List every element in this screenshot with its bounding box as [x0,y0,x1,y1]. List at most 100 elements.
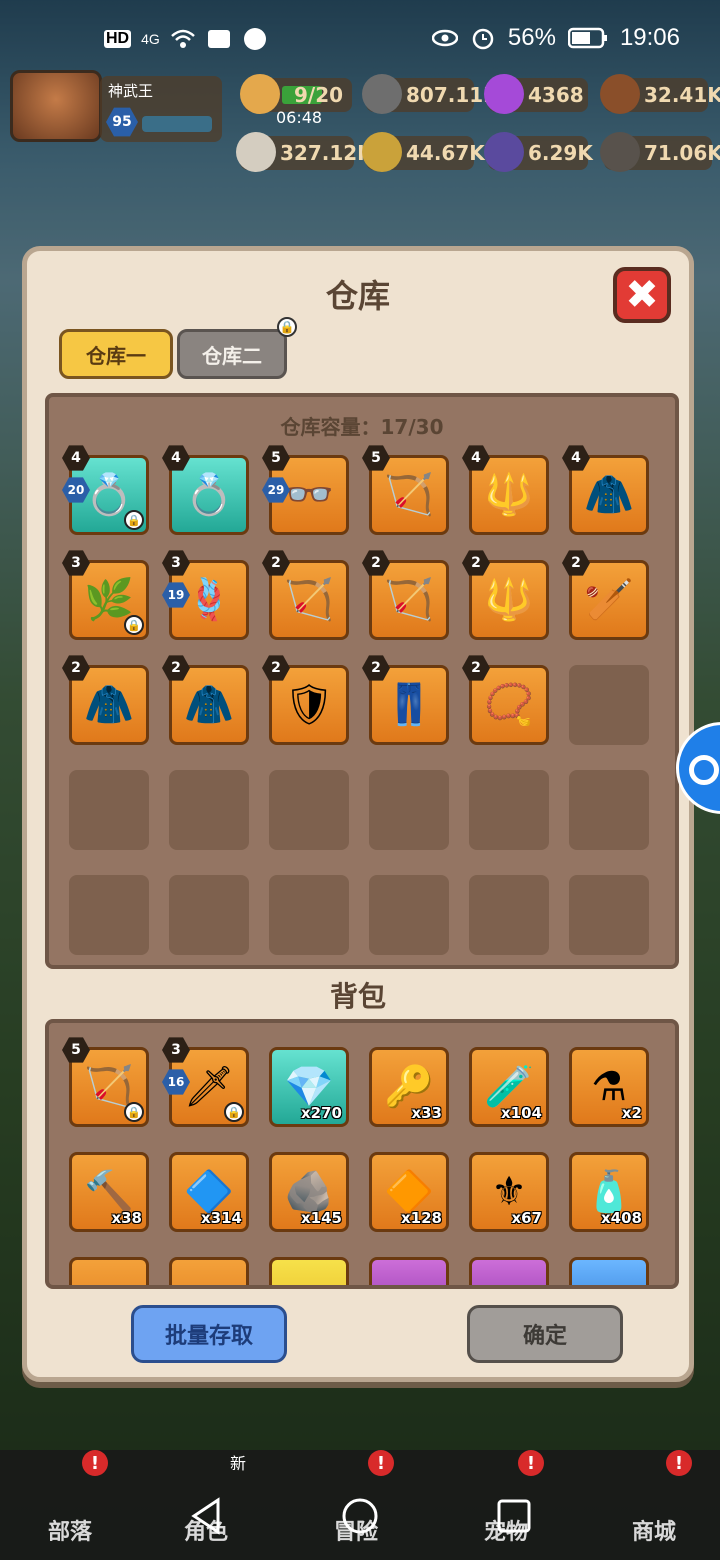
energy-resource[interactable]: 9/20 [240,74,352,114]
gold-value: 44.67K [406,141,485,165]
bone-resource[interactable]: 327.12K [236,132,373,172]
item-slot[interactable]: 🧪 x104 [469,1047,549,1127]
item-slot[interactable]: 🔨 x38 [69,1152,149,1232]
back-icon[interactable] [186,1496,226,1536]
hooded-cloak-icon: 🧥 [84,682,134,728]
golden-spear-icon: 🔱 [484,577,534,623]
empty-slot [569,770,649,850]
message-icon [206,26,232,52]
tab-warehouse-2[interactable]: 仓库二 [177,329,287,379]
home-icon[interactable] [340,1496,380,1536]
star-necklace-icon: 📿 [484,682,534,728]
star-level-badge: 2 [362,550,390,576]
gamepad-icon [689,755,719,785]
star-level-badge: 5 [62,1037,90,1063]
golden-spear-icon: 🔱 [484,472,534,518]
nav-label: 部落 [47,1520,92,1545]
item-slot[interactable]: 🪢 3 19 [162,550,249,640]
item-slot[interactable]: ⚜ x67 [469,1152,549,1232]
close-button[interactable]: ✖ [613,267,671,323]
player-info[interactable]: 神武王 95 [100,76,222,142]
lock-icon: 🔒 [224,1102,244,1122]
item-slot[interactable]: 🌿 3 🔒 [62,550,149,640]
recents-icon[interactable] [494,1496,534,1536]
empty-slot [169,875,249,955]
item-slot[interactable]: 🧥 2 [62,655,149,745]
gold-resource[interactable]: 44.67K [362,132,485,172]
item-slot[interactable]: 🔶 x128 [369,1152,449,1232]
item-slot[interactable]: 🏏 2 [562,550,649,640]
item-quantity: x314 [201,1209,242,1227]
empty-slot [69,770,149,850]
warehouse-capacity: 仓库容量：17/30 [280,415,444,439]
item-quantity: x270 [301,1104,342,1122]
hooded-cloak-icon: 🧥 [584,472,634,518]
item-slot[interactable] [69,1257,149,1285]
xp-bar [142,116,212,132]
anvil-icon [600,132,640,172]
meat-icon [240,74,280,114]
player-level-badge: 95 [106,107,138,137]
item-slot[interactable]: 👓 5 29 [262,445,349,535]
lock-icon: 🔒 [124,510,144,530]
lock-icon: 🔒 [124,1102,144,1122]
tab-warehouse-1[interactable]: 仓库一 [59,329,173,379]
item-slot[interactable] [169,1257,249,1285]
item-slot[interactable]: 💎 x270 [269,1047,349,1127]
stone-resource[interactable]: 807.11K [362,74,499,114]
batch-transfer-button[interactable]: 批量存取 [131,1305,287,1363]
item-slot[interactable]: 🛡 2 [262,655,349,745]
item-slot[interactable]: 💍 4 [162,445,249,535]
crystal-icon [484,132,524,172]
item-slot[interactable]: 🗡 3 16 🔒 [162,1037,249,1127]
item-slot[interactable]: 🧴 x408 [569,1152,649,1232]
empty-slot [169,770,249,850]
battery-icon [567,25,608,51]
item-quantity: x33 [411,1104,442,1122]
player-avatar[interactable] [10,70,102,142]
item-slot[interactable]: 🔷 x314 [169,1152,249,1232]
item-slot[interactable]: 👖 2 [362,655,449,745]
item-slot[interactable]: 📿 2 [462,655,549,745]
iron-resource[interactable]: 71.06K [600,132,720,172]
warehouse-panel: 仓库容量：17/30 💍 4 20 🔒 💍 4 👓 5 29 🏹 5 🔱 4 🧥 4 🌿 3 🔒 🪢 3 19 🏹 2 🏹 2 🔱… [45,393,679,969]
star-level-badge: 5 [362,445,390,471]
item-slot[interactable] [269,1257,349,1285]
empty-slot [469,770,549,850]
item-slot[interactable]: 🏹 5 🔒 [62,1037,149,1127]
nav-label: 商城 [631,1520,676,1545]
item-quantity: x145 [301,1209,342,1227]
gem-icon [484,74,524,114]
item-slot[interactable] [369,1257,449,1285]
item-slot[interactable]: 🧥 4 [562,445,649,535]
item-slot[interactable]: 🔑 x33 [369,1047,449,1127]
alarm-icon [470,25,496,51]
armor-chest-icon: 🛡 [283,682,335,728]
star-level-badge: 4 [462,445,490,471]
item-slot[interactable]: 🏹 5 [362,445,449,535]
gem-resource[interactable]: 4368 [484,74,588,114]
item-slot[interactable]: ⚗ x2 [569,1047,649,1127]
nav-shop[interactable]: ! 商城 [594,1450,714,1560]
nav-tribe[interactable]: ! 部落 [10,1450,130,1560]
bag-panel: 🏹 5 🔒 🗡 3 16 🔒 💎 x270 🔑 x33 🧪 x104 ⚗ x2 🔨 x38 🔷 x314 🪨 x145 🔶… [45,1019,679,1289]
star-level-badge: 2 [562,550,590,576]
item-slot[interactable]: 🪨 x145 [269,1152,349,1232]
nav-badge: ! [368,1450,394,1476]
eye-icon [431,25,459,51]
crystal-resource[interactable]: 6.29K [484,132,593,172]
wood-value: 32.41K [644,83,720,107]
empty-slot [269,770,349,850]
item-slot[interactable]: 🔱 2 [462,550,549,640]
item-slot[interactable]: 🧥 2 [162,655,249,745]
item-slot[interactable] [469,1257,549,1285]
item-slot[interactable] [569,1257,649,1285]
item-slot[interactable]: 💍 4 20 🔒 [62,445,149,535]
item-slot[interactable]: 🏹 2 [362,550,449,640]
item-slot[interactable]: 🔱 4 [462,445,549,535]
confirm-button[interactable]: 确定 [467,1305,623,1363]
wood-resource[interactable]: 32.41K [600,74,720,114]
item-slot[interactable]: 🏹 2 [262,550,349,640]
empty-slot [469,875,549,955]
item-quantity: x128 [401,1209,442,1227]
